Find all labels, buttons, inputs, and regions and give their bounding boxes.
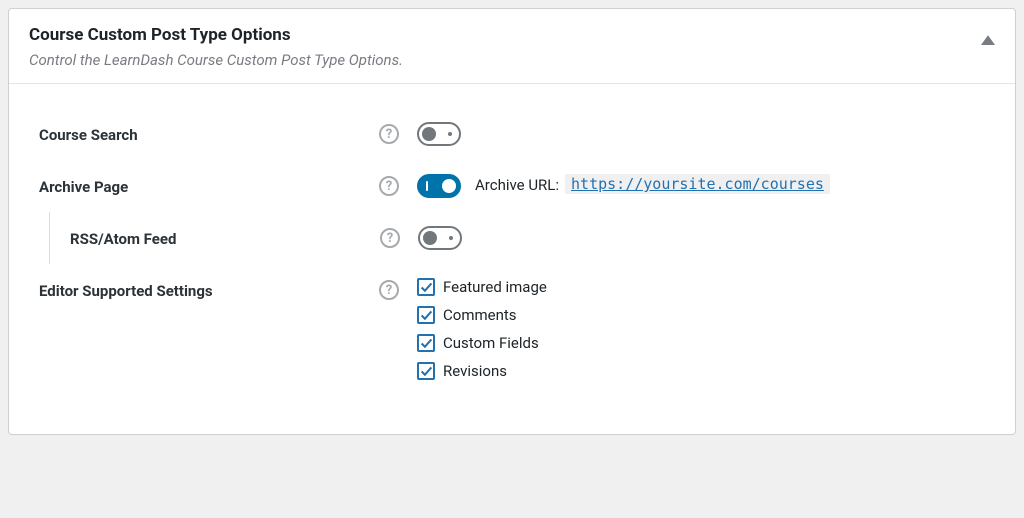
settings-panel: Course Custom Post Type Options Control …	[8, 8, 1016, 435]
archive-url-box: https://yoursite.com/courses	[565, 174, 830, 194]
setting-label-archive-page: Archive Page	[39, 174, 379, 196]
help-icon[interactable]: ?	[379, 280, 399, 300]
setting-rss-feed: RSS/Atom Feed ?	[70, 212, 985, 264]
setting-label-rss-feed: RSS/Atom Feed	[70, 226, 380, 248]
setting-archive-page: Archive Page ? Archive URL: https://your…	[39, 160, 985, 212]
panel-title: Course Custom Post Type Options	[29, 25, 995, 45]
setting-editor-supported: Editor Supported Settings ? Featured ima…	[39, 264, 985, 394]
help-icon[interactable]: ?	[379, 176, 399, 196]
toggle-course-search[interactable]	[417, 122, 461, 146]
panel-header: Course Custom Post Type Options Control …	[9, 9, 1015, 84]
setting-control-area: ?	[379, 122, 985, 146]
checkbox-label: Revisions	[443, 362, 507, 380]
panel-body: Course Search ? Archive Page ? Archive U…	[9, 84, 1015, 434]
checkbox-custom-fields[interactable]	[417, 334, 435, 352]
checkbox-label: Custom Fields	[443, 334, 539, 352]
setting-label-editor-supported: Editor Supported Settings	[39, 278, 379, 300]
archive-url-link[interactable]: https://yoursite.com/courses	[571, 175, 824, 193]
toggle-archive-page[interactable]	[417, 174, 461, 198]
checkbox-label: Comments	[443, 306, 517, 324]
setting-control-area: ?	[380, 226, 985, 250]
checkbox-item-comments: Comments	[417, 306, 547, 324]
collapse-icon[interactable]	[981, 31, 995, 49]
toggle-rss-feed[interactable]	[418, 226, 462, 250]
setting-control-area: ? Featured image Comments	[379, 278, 985, 380]
archive-url-label: Archive URL:	[475, 174, 559, 194]
checkbox-item-custom-fields: Custom Fields	[417, 334, 547, 352]
help-icon[interactable]: ?	[379, 124, 399, 144]
checkbox-item-revisions: Revisions	[417, 362, 547, 380]
checkbox-featured-image[interactable]	[417, 278, 435, 296]
panel-subtitle: Control the LearnDash Course Custom Post…	[29, 51, 995, 69]
checkbox-item-featured-image: Featured image	[417, 278, 547, 296]
setting-label-course-search: Course Search	[39, 122, 379, 144]
setting-course-search: Course Search ?	[39, 108, 985, 160]
checkbox-comments[interactable]	[417, 306, 435, 324]
archive-page-subsettings: RSS/Atom Feed ?	[49, 212, 985, 264]
checkbox-revisions[interactable]	[417, 362, 435, 380]
help-icon[interactable]: ?	[380, 228, 400, 248]
setting-control-area: ? Archive URL: https://yoursite.com/cour…	[379, 174, 985, 198]
checkbox-label: Featured image	[443, 278, 547, 296]
checkbox-group-editor-supported: Featured image Comments Cust	[417, 278, 547, 380]
